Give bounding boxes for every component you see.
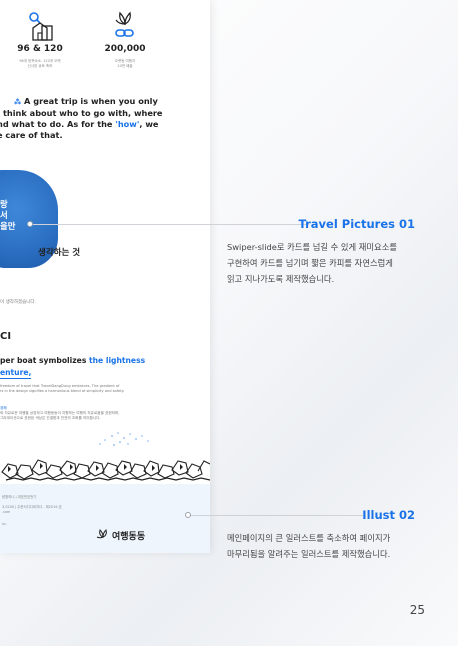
sparkle-icon: ⁂ [14, 98, 22, 106]
annotation-01-title: Travel Pictures 01 [298, 217, 415, 231]
ci-heading: CI [0, 331, 12, 342]
annotation-02-title: Illust 02 [362, 508, 415, 522]
leaf-link-icon [95, 8, 155, 42]
ci-description-en: freedom of travel that TravelDangDung em… [0, 384, 125, 393]
stat-caption-line: 20만 배출 [117, 64, 133, 68]
stat-value: 200,000 [104, 44, 146, 54]
page-number: 25 [409, 603, 425, 617]
annotation-02-leader [191, 515, 363, 516]
stat-caption-line: 신사장 큐토 축하 [27, 64, 53, 68]
trip-line: nd what to do. As for the 'how', we [0, 119, 159, 129]
ci-statement: per boat symbolizes the lightness enture… [0, 356, 146, 379]
stat-accommodations: 96 & 120 96개 한옥숙소, 120개 오랫 신사장 큐토 축하 [10, 8, 70, 69]
brand-logo-text: 여행동동 [112, 531, 146, 542]
stat-value: 96 & 120 [17, 44, 63, 54]
pictures-note: 이 생각하겠습니다. [0, 300, 36, 305]
pictures-heading: 생각하는 것 [38, 248, 81, 258]
footer-line: nc. [2, 522, 8, 526]
town-illustration [1, 432, 210, 481]
swiper-card-copy: 랑 서 을만 [0, 199, 16, 231]
brand-logo[interactable]: 여행동동 [96, 528, 145, 542]
trip-line: ⁂ A great trip is when you only [14, 96, 158, 106]
annotation-01-leader [33, 224, 309, 225]
trip-copy: ⁂ A great trip is when you only think ab… [0, 96, 210, 141]
footer-line: .com [2, 510, 11, 514]
trip-how-highlight: 'how' [115, 119, 140, 129]
annotation-02-description: 메인페이지의 큰 일러스트를 축소하여 페이지가 마무리됨을 알려주는 일러스트… [227, 533, 391, 559]
website-mockup: 96 & 120 96개 한옥숙소, 120개 오랫 신사장 큐토 축하 200… [0, 0, 210, 553]
footer-line: 탐원하니 | 대표번호번기 [2, 495, 37, 499]
stat-travelers: 200,000 오랫동 여행자 20만 배출 [95, 8, 155, 69]
search-building-icon [10, 8, 70, 42]
footer-line: 3-0200 | 주문서디디비자녀 - 제2019-호 [2, 505, 62, 509]
site-footer: 탐원하니 | 대표번호번기 3-0200 | 주문서디디비자녀 - 제2019-… [0, 484, 210, 553]
trip-line: e care of that. [0, 130, 63, 140]
annotation-01-description: Swiper-slide로 카드를 넘길 수 있게 재미요소를 구현하여 카드를… [227, 242, 397, 284]
leaf-logo-icon [96, 529, 107, 539]
trip-line: think about who to go with, where [3, 108, 163, 118]
ci-description-ko: 경쾌 와 자유로운 여행을 상징하고 여행동동이 지향하는 여행의 자유로움을 표… [0, 406, 120, 420]
